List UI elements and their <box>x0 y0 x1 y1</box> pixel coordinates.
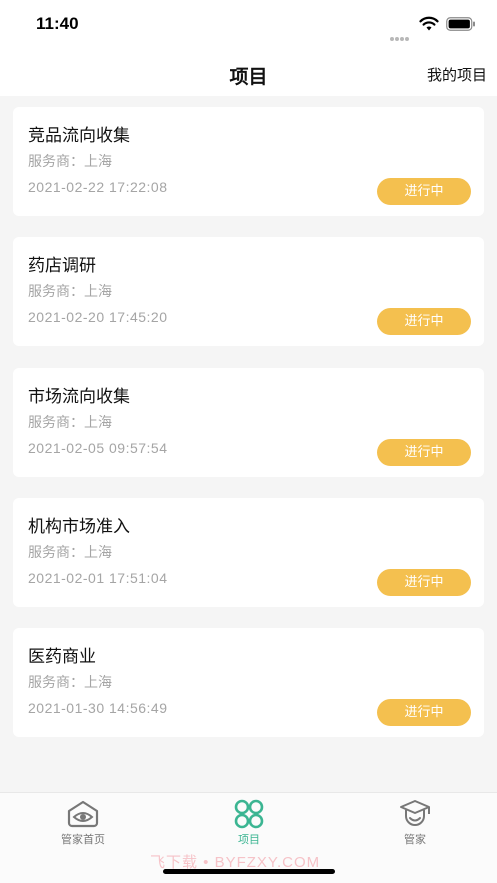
status-badge[interactable]: 进行中 <box>377 308 471 335</box>
project-title: 竞品流向收集 <box>28 126 130 146</box>
battery-icon <box>446 17 475 31</box>
project-card[interactable]: 机构市场准入 服务商：上海 2021-02-01 17:51:04 进行中 <box>13 498 484 607</box>
tab-label: 管家首页 <box>61 833 105 846</box>
my-projects-button[interactable]: 我的项目 <box>427 64 487 85</box>
tab-projects[interactable]: 项目 <box>166 793 332 853</box>
tab-label: 管家 <box>404 833 426 846</box>
page-title: 项目 <box>229 66 268 88</box>
project-card[interactable]: 医药商业 服务商：上海 2021-01-30 14:56:49 进行中 <box>13 628 484 737</box>
project-time: 2021-01-30 14:56:49 <box>28 700 168 716</box>
project-card[interactable]: 市场流向收集 服务商：上海 2021-02-05 09:57:54 进行中 <box>13 368 484 477</box>
project-provider: 服务商：上海 <box>28 415 112 431</box>
tab-home[interactable]: 管家首页 <box>0 793 166 853</box>
project-time: 2021-02-01 17:51:04 <box>28 570 168 586</box>
project-title: 市场流向收集 <box>28 387 130 407</box>
signal-icon <box>390 26 412 41</box>
project-title: 机构市场准入 <box>28 517 130 537</box>
status-bar: 11:40 <box>0 0 497 50</box>
wifi-icon <box>419 16 439 31</box>
project-card[interactable]: 药店调研 服务商：上海 2021-02-20 17:45:20 进行中 <box>13 237 484 346</box>
project-time: 2021-02-22 17:22:08 <box>28 179 168 195</box>
project-provider: 服务商：上海 <box>28 154 112 170</box>
tab-butler[interactable]: 管家 <box>332 793 497 853</box>
project-provider: 服务商：上海 <box>28 675 112 691</box>
status-badge[interactable]: 进行中 <box>377 569 471 596</box>
project-time: 2021-02-20 17:45:20 <box>28 309 168 325</box>
project-provider: 服务商：上海 <box>28 545 112 561</box>
eye-house-icon <box>67 800 99 828</box>
status-badge[interactable]: 进行中 <box>377 439 471 466</box>
project-title: 药店调研 <box>28 256 96 276</box>
project-provider: 服务商：上海 <box>28 284 112 300</box>
project-list: 竞品流向收集 服务商：上海 2021-02-22 17:22:08 进行中 药店… <box>0 96 497 748</box>
status-time: 11:40 <box>36 14 79 33</box>
nav-bar: 项目 我的项目 <box>0 50 497 96</box>
tab-label: 项目 <box>238 833 260 846</box>
project-time: 2021-02-05 09:57:54 <box>28 440 168 456</box>
project-title: 医药商业 <box>28 647 96 667</box>
home-indicator <box>163 869 335 874</box>
graduation-cap-face-icon <box>400 800 430 826</box>
status-badge[interactable]: 进行中 <box>377 178 471 205</box>
project-card[interactable]: 竞品流向收集 服务商：上海 2021-02-22 17:22:08 进行中 <box>13 107 484 216</box>
four-circles-icon <box>234 799 264 829</box>
status-badge[interactable]: 进行中 <box>377 699 471 726</box>
